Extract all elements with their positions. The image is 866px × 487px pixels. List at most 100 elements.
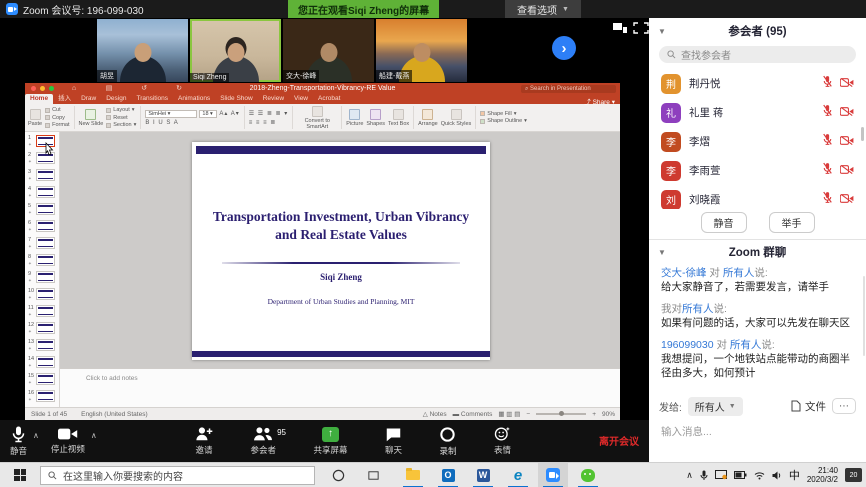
slide-thumbnail[interactable]: 3✦ (25, 168, 59, 185)
toolbar-chat-button[interactable]: 聊天 (383, 427, 404, 456)
font-grow-shrink-buttons[interactable]: A▴ A▾ (219, 110, 239, 118)
mic-muted-icon[interactable] (822, 75, 833, 93)
participant-row[interactable]: 李李熠 (649, 127, 866, 156)
slide-thumbnail[interactable]: 7✦ (25, 236, 59, 253)
collapse-chevron-icon[interactable]: ▼ (658, 27, 666, 36)
view-options-button[interactable]: 查看选项 ▼ (505, 0, 581, 18)
language-status[interactable]: English (United States) (81, 411, 147, 418)
tray-expand-chevron[interactable]: ∧ (686, 470, 693, 481)
notes-toggle[interactable]: △ Notes (423, 410, 447, 418)
mac-minimize-button[interactable] (40, 86, 45, 91)
cut-button[interactable]: Cut (45, 107, 69, 113)
format-painter-button[interactable]: Format (45, 122, 69, 128)
ppt-tab-review[interactable]: Review (258, 94, 289, 104)
slide-thumbnail[interactable]: 4✦ (25, 185, 59, 202)
collapse-chevron-icon[interactable]: ▼ (658, 248, 666, 257)
font-size-select[interactable]: 18 ▾ (199, 110, 217, 118)
toolbar-reactions-button[interactable]: 表情 (492, 426, 513, 456)
slide-thumbnail[interactable]: 11✦ (25, 304, 59, 321)
reset-button[interactable]: Reset (106, 115, 136, 121)
slide-thumbnail-preview[interactable] (36, 169, 55, 181)
tray-mic-icon[interactable] (700, 470, 708, 481)
chat-more-button[interactable]: ⋯ (832, 398, 856, 414)
toolbar-camera-button[interactable]: 停止视频 (49, 427, 87, 455)
word-button[interactable]: W (468, 463, 498, 487)
notes-pane[interactable]: Click to add notes (60, 368, 620, 407)
title-slide[interactable]: Transportation Investment, Urban Vibranc… (192, 142, 490, 360)
insert-textbox-button[interactable]: Text Box (388, 109, 409, 127)
slide-thumbnail-preview[interactable] (36, 203, 55, 215)
slide-thumbnail[interactable]: 13✦ (25, 338, 59, 355)
mic-muted-icon[interactable] (822, 133, 833, 151)
slide-thumbnail[interactable]: 16✦ (25, 389, 59, 406)
ppt-tab-animations[interactable]: Animations (173, 94, 215, 104)
slide-thumbnail-preview[interactable] (36, 186, 55, 198)
speaker-view-icon[interactable] (612, 22, 628, 34)
zoom-app-button[interactable] (538, 463, 568, 487)
mic-muted-icon[interactable] (822, 162, 833, 180)
file-button[interactable]: 文件 (791, 399, 826, 414)
participant-row[interactable]: 刘刘晓霞 (649, 185, 866, 209)
ppt-tab-view[interactable]: View (289, 94, 313, 104)
participant-search-input[interactable]: 查找参会者 (659, 46, 856, 63)
view-buttons[interactable]: ▦ ▥ ▤ (498, 410, 520, 418)
fullscreen-icon[interactable] (633, 22, 649, 34)
ppt-tab-design[interactable]: Design (101, 94, 131, 104)
video-off-icon[interactable] (840, 162, 854, 180)
chevron-up-icon[interactable]: ∧ (91, 431, 97, 440)
section-button[interactable]: Section ▾ (106, 122, 136, 128)
file-explorer-button[interactable] (398, 463, 428, 487)
start-button[interactable] (0, 463, 40, 487)
toolbar-share-button[interactable]: ↑共享屏幕 (311, 427, 349, 456)
next-videos-button[interactable]: › (552, 36, 576, 60)
taskbar-clock[interactable]: 21:40 2020/3/2 (807, 466, 838, 484)
taskbar-search-input[interactable]: 在这里输入你要搜索的内容 (40, 466, 315, 485)
slide-thumbnail-preview[interactable] (36, 254, 55, 266)
slide-thumbnail-preview[interactable] (36, 339, 55, 351)
insert-picture-button[interactable]: Picture (346, 109, 363, 127)
slide-thumbnail-preview[interactable] (36, 322, 55, 334)
mic-muted-icon[interactable] (822, 104, 833, 122)
slide-thumbnail[interactable]: 15✦ (25, 372, 59, 389)
slide-thumbnail[interactable]: 5✦ (25, 202, 59, 219)
mac-close-button[interactable] (31, 86, 36, 91)
video-off-icon[interactable] (840, 133, 854, 151)
participant-row[interactable]: 李李雨萱 (649, 156, 866, 185)
comments-toggle[interactable]: ▬ Comments (453, 411, 493, 418)
ppt-tab-draw[interactable]: Draw (76, 94, 101, 104)
shape-fill-button[interactable]: Shape Fill ▾ (480, 111, 527, 117)
toolbar-mic-button[interactable]: 静音 (8, 425, 29, 457)
outlook-button[interactable]: O (433, 463, 463, 487)
video-tile[interactable]: 船建-戴燕 (376, 19, 467, 82)
send-to-select[interactable]: 所有人▼ (688, 397, 743, 416)
copy-button[interactable]: Copy (45, 115, 69, 121)
toolbar-participants-button[interactable]: 参会者95 (248, 426, 278, 456)
paste-button[interactable]: Paste (28, 109, 42, 127)
video-tile[interactable]: 交大-徐峰 (283, 19, 374, 82)
video-off-icon[interactable] (840, 191, 854, 209)
action-center-button[interactable]: 20 (845, 468, 862, 482)
video-off-icon[interactable] (840, 104, 854, 122)
shape-outline-button[interactable]: Shape Outline ▾ (480, 118, 527, 124)
slide-thumbnail[interactable]: 9✦ (25, 270, 59, 287)
ppt-tab-home[interactable]: Home (25, 94, 53, 104)
battery-icon[interactable] (734, 471, 747, 479)
task-view-button[interactable] (358, 463, 388, 487)
toolbar-invite-button[interactable]: 邀请 (193, 426, 215, 456)
slide-thumbnail[interactable]: 1✦ (25, 134, 59, 151)
align-buttons[interactable]: ≡ ≡ ≡ ≣ (249, 119, 289, 126)
convert-smartart-button[interactable]: Convert to SmartArt (297, 106, 337, 130)
toolbar-record-button[interactable]: 录制 (437, 426, 458, 457)
slide-thumbnail-preview[interactable] (36, 373, 55, 385)
edge-button[interactable]: e (503, 463, 533, 487)
leave-meeting-button[interactable]: 离开会议 (599, 433, 639, 448)
zoom-slider[interactable] (536, 413, 586, 415)
new-slide-button[interactable]: New Slide (79, 109, 104, 127)
ppt-tab-slide-show[interactable]: Slide Show (215, 94, 258, 104)
slide-thumbnail-preview[interactable] (36, 220, 55, 232)
tray-display-icon[interactable] (715, 470, 727, 480)
ime-indicator[interactable]: 中 (789, 467, 800, 483)
quick-styles-button[interactable]: Quick Styles (441, 109, 472, 127)
ppt-search-box[interactable]: ⌕ Search in Presentation (521, 85, 616, 93)
ppt-tab-插入[interactable]: 插入 (53, 91, 76, 104)
